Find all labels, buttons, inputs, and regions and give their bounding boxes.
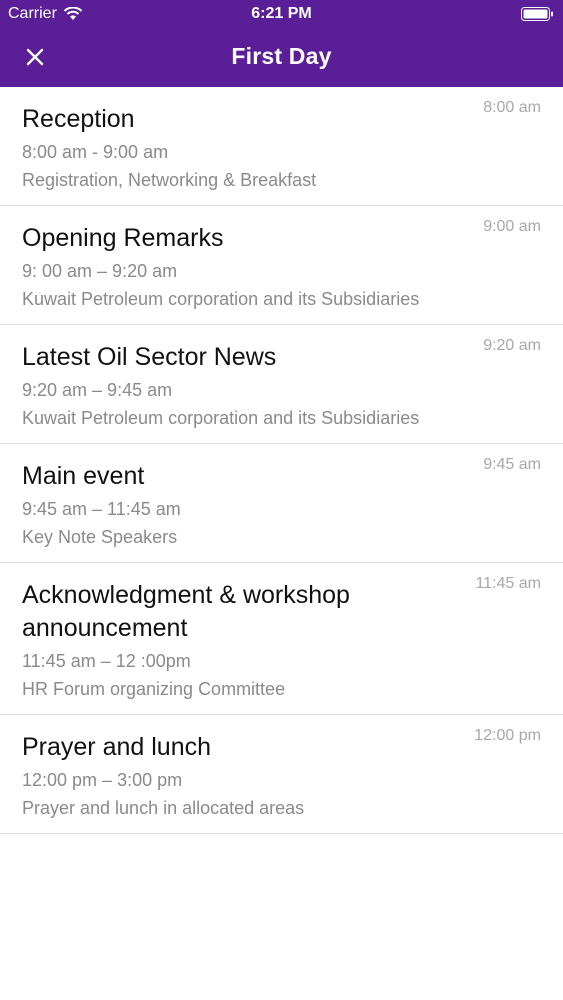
- app-header: Carrier 6:21 PM First Day: [0, 0, 563, 87]
- session-start-time: 11:45 am: [475, 575, 541, 592]
- session-start-time: 9:20 am: [483, 337, 541, 354]
- session-time-range: 9: 00 am – 9:20 am: [22, 261, 178, 281]
- battery-icon: [521, 7, 553, 21]
- session-title: Latest Oil Sector News: [22, 343, 277, 371]
- session-description: Registration, Networking & Breakfast: [22, 170, 317, 190]
- session-description: HR Forum organizing Committee: [22, 679, 286, 699]
- schedule-item-acknowledgment[interactable]: Acknowledgment & workshop announcement 1…: [0, 563, 563, 715]
- schedule-item-reception[interactable]: Reception 8:00 am - 9:00 am Registration…: [0, 87, 563, 206]
- session-description: Kuwait Petroleum corporation and its Sub…: [22, 289, 420, 309]
- session-time-range: 11:45 am – 12 :00pm: [22, 651, 191, 671]
- status-time: 6:21 PM: [251, 5, 312, 22]
- session-description: Prayer and lunch in allocated areas: [22, 798, 305, 818]
- session-description: Key Note Speakers: [22, 527, 178, 547]
- session-title: Opening Remarks: [22, 224, 224, 252]
- navigation-bar: First Day: [0, 30, 563, 85]
- session-time-range: 9:45 am – 11:45 am: [22, 499, 181, 519]
- session-title: Prayer and lunch: [22, 733, 212, 761]
- session-title: Main event: [22, 462, 145, 490]
- session-time-range: 8:00 am - 9:00 am: [22, 142, 169, 162]
- schedule-item-opening-remarks[interactable]: Opening Remarks 9: 00 am – 9:20 am Kuwai…: [0, 206, 563, 325]
- session-start-time: 8:00 am: [483, 99, 541, 116]
- schedule-item-main-event[interactable]: Main event 9:45 am – 11:45 am Key Note S…: [0, 444, 563, 563]
- session-start-time: 12:00 pm: [474, 727, 541, 744]
- session-time-range: 12:00 pm – 3:00 pm: [22, 770, 183, 790]
- session-title: Acknowledgment & workshop announcement: [22, 581, 350, 642]
- status-bar: Carrier 6:21 PM: [0, 0, 563, 30]
- page-title: First Day: [231, 43, 332, 69]
- session-start-time: 9:00 am: [483, 218, 541, 235]
- session-start-time: 9:45 am: [483, 456, 541, 473]
- session-title: Reception: [22, 105, 135, 133]
- schedule-item-prayer-lunch[interactable]: Prayer and lunch 12:00 pm – 3:00 pm Pray…: [0, 715, 563, 834]
- schedule-list: Reception 8:00 am - 9:00 am Registration…: [0, 87, 563, 834]
- session-time-range: 9:20 am – 9:45 am: [22, 380, 173, 400]
- session-description: Kuwait Petroleum corporation and its Sub…: [22, 408, 420, 428]
- schedule-item-oil-sector-news[interactable]: Latest Oil Sector News 9:20 am – 9:45 am…: [0, 325, 563, 444]
